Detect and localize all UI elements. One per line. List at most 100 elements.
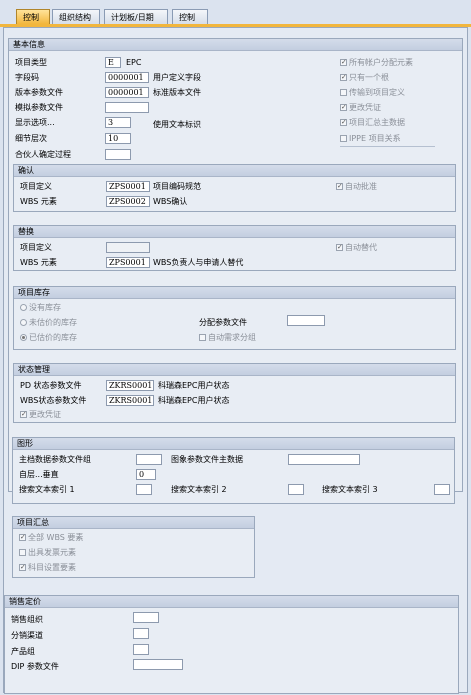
invoice-element-checkbox[interactable]: [19, 549, 26, 556]
replace-group: 替换 项目定义 WBS 元素 ZPS0001 WBS负责人与申请人替代 ✓ 自动…: [13, 225, 456, 271]
summary-master-label: 项目汇总主数据: [349, 118, 405, 127]
change-doc-label: 更改凭证: [349, 103, 381, 112]
tab-bar: 控制 组织结构 计划板/日期 控制: [0, 0, 471, 28]
wbs-status-field[interactable]: ZKRS0001: [106, 395, 154, 406]
master-group-label: 主档数据参数文件组: [19, 455, 91, 464]
field-key-text: 用户定义字段: [153, 73, 201, 82]
stock-group: 项目库存 没有库存 未估价的库存 已估价的库存 分配参数文件 自动需求分组: [13, 286, 456, 350]
graphics-title: 图形: [13, 438, 454, 450]
replace-title: 替换: [14, 226, 455, 238]
partner-field[interactable]: [105, 149, 131, 160]
division-field[interactable]: [133, 644, 149, 655]
top-down-field[interactable]: 0: [136, 469, 156, 480]
summary-group: 项目汇总 ✓ 全部 WBS 要素 出具发票元素 ✓ 科目设置要素: [12, 516, 255, 578]
wbs-status-text: 科瑞森EPC用户状态: [158, 396, 230, 405]
master-group-field[interactable]: [136, 454, 162, 465]
summary-title: 项目汇总: [13, 517, 254, 529]
dip-profile-label: DIP 参数文件: [11, 662, 59, 671]
sim-profile-field[interactable]: [105, 102, 149, 113]
channel-label: 分销渠道: [11, 631, 43, 640]
one-root-checkbox[interactable]: ✓: [340, 74, 347, 81]
auto-req-checkbox[interactable]: [199, 334, 206, 341]
division-label: 产品组: [11, 647, 35, 656]
search-index-2-field[interactable]: [288, 484, 304, 495]
no-stock-radio[interactable]: [20, 304, 27, 311]
search-index-1-field[interactable]: [136, 484, 152, 495]
auto-approve-label: 自动批准: [345, 182, 377, 191]
transfer-def-checkbox[interactable]: [340, 89, 347, 96]
search-index-3-field[interactable]: [434, 484, 450, 495]
stock-title: 项目库存: [14, 287, 455, 299]
status-change-doc-label: 更改凭证: [29, 410, 61, 419]
pd-status-field[interactable]: ZKRS0001: [106, 380, 154, 391]
tab-control-2[interactable]: 控制: [172, 9, 208, 24]
alloc-profile-label: 分配参数文件: [199, 318, 247, 327]
account-element-checkbox[interactable]: ✓: [19, 564, 26, 571]
all-wbs-label: 全部 WBS 要素: [28, 533, 84, 542]
channel-field[interactable]: [133, 628, 149, 639]
wbs-status-label: WBS状态参数文件: [20, 396, 87, 405]
alloc-profile-field[interactable]: [287, 315, 325, 326]
one-root-label: 只有一个根: [349, 73, 389, 82]
level-label: 细节层次: [15, 134, 47, 143]
image-master-label: 图象参数文件主数据: [171, 455, 243, 464]
all-wbs-checkbox[interactable]: ✓: [19, 534, 26, 541]
display-option-label[interactable]: 显示选项...: [15, 117, 55, 128]
sales-org-label: 销售组织: [11, 615, 43, 624]
all-account-label: 所有帐户分配元素: [349, 58, 413, 67]
transfer-def-label: 传输到项目定义: [349, 88, 405, 97]
search-index-2-label: 搜索文本索引 2: [171, 485, 227, 494]
basic-info-group: 基本信息 项目类型 E EPC 字段码 0000001 用户定义字段 版本参数文…: [8, 38, 463, 492]
sales-org-field[interactable]: [133, 612, 159, 623]
confirm-group: 确认 项目定义 ZPS0001 项目编码规范 WBS 元素 ZPS0002 WB…: [13, 164, 456, 212]
status-group: 状态管理 PD 状态参数文件 ZKRS0001 科瑞森EPC用户状态 WBS状态…: [13, 363, 456, 423]
change-doc-checkbox[interactable]: ✓: [340, 104, 347, 111]
no-stock-label: 没有库存: [29, 303, 61, 312]
project-type-text: EPC: [126, 58, 142, 67]
summary-master-checkbox[interactable]: ✓: [340, 119, 347, 126]
partner-label: 合伙人确定过程: [15, 150, 71, 159]
valued-stock-radio[interactable]: [20, 334, 27, 341]
version-profile-text: 标准版本文件: [153, 88, 201, 97]
ippe-checkbox[interactable]: [340, 135, 347, 142]
confirm-title: 确认: [14, 165, 455, 177]
version-profile-field[interactable]: 0000001: [105, 87, 149, 98]
group-title: 基本信息: [9, 39, 462, 51]
field-key-label: 字段码: [15, 73, 39, 82]
confirm-wbs-field[interactable]: ZPS0002: [106, 196, 150, 207]
project-type-field[interactable]: E: [105, 57, 121, 68]
image-master-field[interactable]: [288, 454, 360, 465]
confirm-proj-def-label: 项目定义: [20, 182, 52, 191]
sim-profile-label: 模拟参数文件: [15, 103, 63, 112]
auto-req-label: 自动需求分组: [208, 333, 256, 342]
tab-control[interactable]: 控制: [16, 9, 50, 24]
replace-proj-def-field[interactable]: [106, 242, 150, 253]
replace-wbs-field[interactable]: ZPS0001: [106, 257, 150, 268]
tab-plan-board-dates[interactable]: 计划板/日期: [104, 9, 168, 24]
sales-title: 销售定价: [5, 596, 458, 608]
auto-replace-checkbox[interactable]: ✓: [336, 244, 343, 251]
dip-profile-field[interactable]: [133, 659, 183, 670]
status-title: 状态管理: [14, 364, 455, 376]
graphics-group: 图形 主档数据参数文件组 图象参数文件主数据 自层...垂直 0 搜索文本索引 …: [12, 437, 455, 504]
main-content: 基本信息 项目类型 E EPC 字段码 0000001 用户定义字段 版本参数文…: [3, 27, 468, 694]
sales-pricing-group: 销售定价 销售组织 分销渠道 产品组 DIP 参数文件: [4, 595, 459, 694]
auto-approve-checkbox[interactable]: ✓: [336, 183, 343, 190]
replace-wbs-label: WBS 元素: [20, 258, 57, 267]
account-element-label: 科目设置要素: [28, 563, 76, 572]
all-account-checkbox[interactable]: ✓: [340, 59, 347, 66]
level-field[interactable]: 10: [105, 133, 131, 144]
ippe-label: IPPE 项目关系: [349, 134, 401, 143]
tab-org-structure[interactable]: 组织结构: [52, 9, 100, 24]
pd-status-text: 科瑞森EPC用户状态: [158, 381, 230, 390]
status-change-doc-checkbox[interactable]: ✓: [20, 411, 27, 418]
replace-proj-def-label: 项目定义: [20, 243, 52, 252]
field-key-field[interactable]: 0000001: [105, 72, 149, 83]
confirm-wbs-text: WBS确认: [153, 197, 188, 206]
confirm-proj-def-field[interactable]: ZPS0001: [106, 181, 150, 192]
unvalued-stock-radio[interactable]: [20, 319, 27, 326]
unvalued-stock-label: 未估价的库存: [29, 318, 77, 327]
display-option-field[interactable]: 3: [105, 117, 131, 128]
project-type-label: 项目类型: [15, 58, 47, 67]
version-profile-label: 版本参数文件: [15, 88, 63, 97]
